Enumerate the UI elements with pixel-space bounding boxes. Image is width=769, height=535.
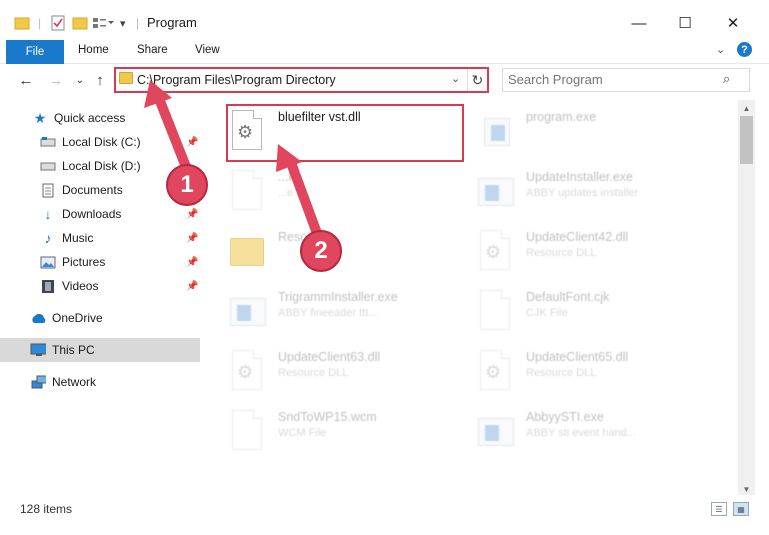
annotation-badge-2: 2 xyxy=(300,230,342,272)
annotation-badge-1: 1 xyxy=(166,164,208,206)
arrow-one xyxy=(144,80,193,177)
annotation-arrows xyxy=(144,80,323,241)
arrow-two xyxy=(276,144,323,241)
